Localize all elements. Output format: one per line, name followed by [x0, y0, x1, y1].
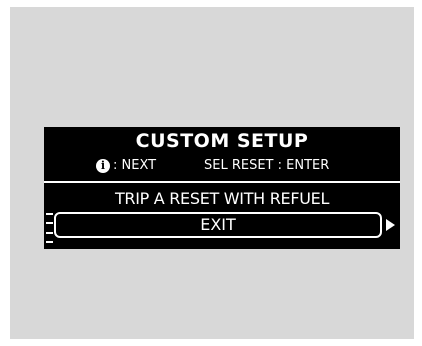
info-icon: i	[96, 159, 110, 173]
scroll-indicator-icon	[46, 213, 53, 243]
custom-setup-display: CUSTOM SETUP i : NEXT SEL RESET : ENTER …	[44, 127, 400, 249]
screen-title: CUSTOM SETUP	[135, 130, 309, 152]
menu-item-trip-reset[interactable]: TRIP A RESET WITH REFUEL	[44, 187, 400, 211]
arrow-right-icon	[386, 219, 395, 231]
hint-next-label: : NEXT	[113, 158, 157, 173]
hint-row: i : NEXT SEL RESET : ENTER	[44, 155, 400, 177]
exit-option[interactable]: EXIT	[54, 212, 382, 238]
hint-select-label: SEL RESET : ENTER	[204, 158, 330, 173]
divider	[44, 181, 400, 183]
